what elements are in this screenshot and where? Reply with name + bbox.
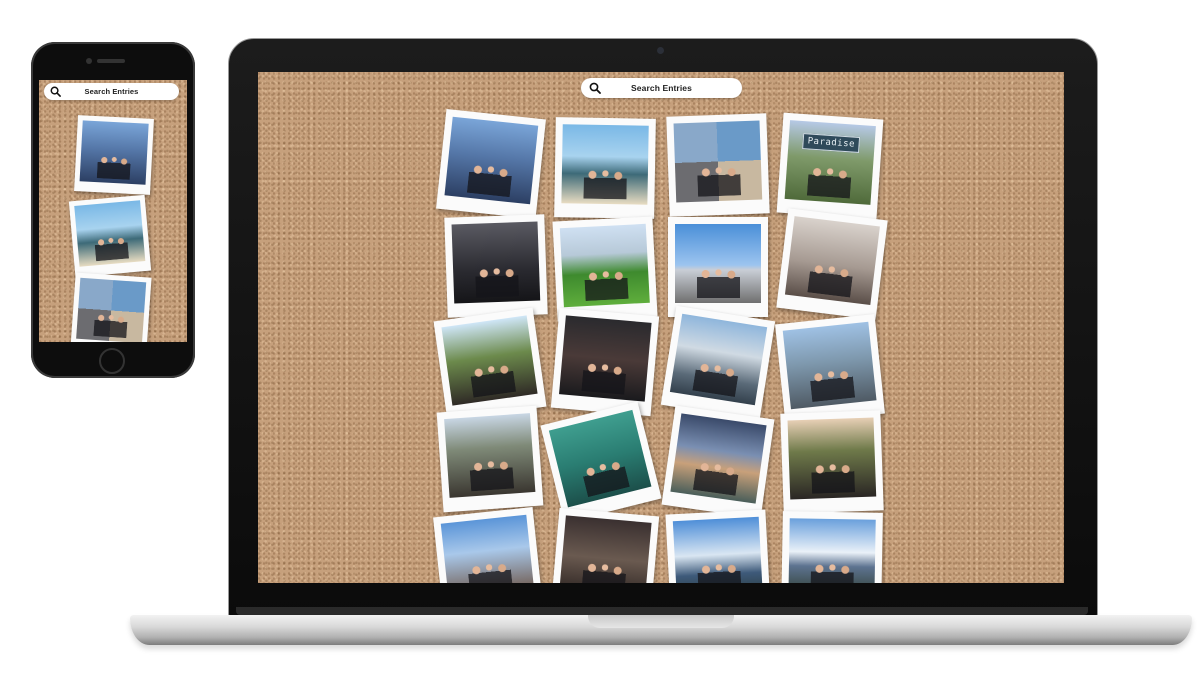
phone-screen: Search Entries (39, 80, 187, 342)
polaroid-photo (670, 413, 767, 504)
polaroid-photo (561, 124, 649, 205)
photo-people (96, 155, 131, 181)
search-icon (50, 86, 61, 97)
laptop-screen: Search Entries Paradise (258, 72, 1064, 583)
photo-people (92, 313, 128, 339)
photo-people (809, 562, 854, 583)
search-label: Search Entries (84, 87, 139, 96)
polaroid-card[interactable] (436, 405, 544, 513)
photo-people (466, 162, 513, 198)
polaroid-photo (451, 221, 541, 304)
polaroid-card[interactable] (775, 314, 885, 424)
polaroid-card[interactable] (668, 217, 768, 317)
polaroid-photo (559, 515, 652, 583)
photo-people (692, 460, 740, 496)
polaroid-photo (675, 224, 761, 303)
polaroid-photo (76, 277, 147, 342)
photo-people (810, 462, 855, 494)
laptop-hinge (236, 607, 1088, 615)
polaroid-card[interactable] (661, 405, 775, 519)
search-bar[interactable]: Search Entries (581, 78, 742, 98)
photo-people (696, 562, 742, 583)
polaroid-photo (784, 216, 880, 305)
polaroid-photo (788, 518, 876, 583)
photo-people (806, 165, 852, 199)
polaroid-photo (559, 315, 652, 402)
polaroid-card[interactable] (550, 307, 660, 417)
phone-speaker (97, 59, 125, 63)
polaroid-card[interactable] (433, 507, 543, 583)
photo-people (580, 561, 627, 583)
polaroid-photo (548, 409, 652, 508)
polaroid-photo (673, 120, 763, 203)
polaroid-photo (559, 223, 650, 308)
polaroid-photo (669, 313, 768, 406)
photo-people (466, 560, 513, 583)
photo-people (696, 165, 741, 197)
photo-people (582, 168, 627, 200)
polaroid-card[interactable] (781, 511, 883, 583)
polaroid-card[interactable] (552, 216, 658, 322)
polaroid-card[interactable] (776, 208, 888, 320)
polaroid-card[interactable] (550, 507, 660, 583)
polaroid-photo (441, 315, 538, 406)
polaroid-card[interactable]: Paradise (776, 112, 884, 220)
polaroid-card[interactable] (433, 307, 547, 421)
search-icon (589, 82, 601, 94)
polaroid-card[interactable] (780, 410, 884, 514)
polaroid-photo (444, 413, 536, 498)
polaroid-photo (79, 120, 149, 185)
laptop-opening-notch (588, 615, 734, 628)
polaroid-photo (787, 417, 877, 500)
photo-people (583, 269, 629, 302)
photo-sign-text: Paradise (802, 133, 861, 154)
photo-people (806, 262, 854, 298)
laptop-camera (657, 47, 664, 54)
polaroid-photo (672, 516, 763, 583)
photo-people (808, 367, 855, 403)
polaroid-photo (440, 514, 535, 583)
polaroid-card[interactable] (666, 113, 770, 217)
polaroid-card[interactable] (660, 305, 776, 421)
photo-people (468, 362, 516, 398)
polaroid-card[interactable] (74, 115, 154, 195)
polaroid-photo (74, 200, 146, 267)
polaroid-card[interactable] (70, 272, 152, 342)
photo-people (580, 361, 627, 396)
photo-people (468, 458, 514, 492)
polaroid-photo (782, 321, 877, 410)
cork-board-background (258, 72, 1064, 583)
polaroid-card[interactable] (436, 109, 546, 219)
polaroid-card[interactable] (665, 509, 771, 583)
home-button[interactable] (99, 348, 125, 374)
phone-camera (86, 58, 92, 64)
polaroid-card[interactable] (68, 194, 152, 278)
photo-people (93, 235, 129, 262)
search-label: Search Entries (631, 83, 692, 93)
photo-people (691, 360, 740, 398)
search-bar[interactable]: Search Entries (44, 83, 179, 100)
polaroid-card[interactable] (554, 117, 656, 219)
photo-people (474, 266, 519, 298)
photo-people (696, 268, 740, 299)
polaroid-card[interactable] (444, 214, 548, 318)
photo-people (580, 458, 630, 498)
polaroid-photo (444, 116, 539, 205)
polaroid-photo: Paradise (784, 120, 876, 205)
